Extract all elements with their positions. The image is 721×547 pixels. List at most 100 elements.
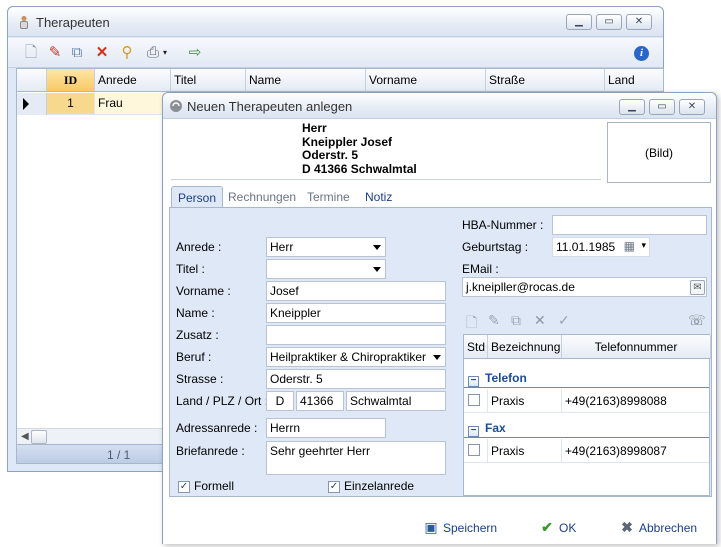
neuer-therapeut-dialog: Neuen Therapeuten anlegen ▁ ▭ ✕ Herr Kne… [162, 92, 717, 544]
list-item[interactable]: Praxis +49(2163)8998088 [464, 389, 711, 413]
beruf-label: Beruf : [176, 350, 212, 364]
col-header-id[interactable]: ID [47, 69, 95, 92]
row-indicator[interactable] [17, 93, 47, 115]
phone-table: Std Bezeichnung Telefonnummer − Telefon P… [463, 334, 711, 496]
geburtstag-field[interactable]: 11.01.1985 ▦ ▾ [552, 237, 650, 257]
copy-icon[interactable]: ⧉ [511, 312, 521, 329]
land-field[interactable]: D [266, 391, 294, 411]
bezeichnung-cell: Praxis [488, 439, 562, 463]
adressanrede-label: Adressanrede : [176, 421, 258, 435]
maximize-icon: ▭ [604, 16, 614, 27]
email-field[interactable]: j.kneipller@rocas.de [462, 277, 707, 297]
calendar-icon[interactable]: ▦ [624, 239, 635, 253]
group-fax[interactable]: − Fax [468, 421, 506, 437]
vorname-field[interactable]: Josef [266, 281, 446, 301]
titel-select[interactable] [266, 259, 386, 279]
close-icon: ✕ [687, 101, 697, 112]
zusatz-field[interactable] [266, 325, 446, 345]
checkmark-icon: ✔ [541, 519, 553, 535]
delete-icon[interactable]: ✕ [534, 312, 546, 329]
phone-icon[interactable]: ☏ [688, 312, 706, 329]
name-label: Name : [176, 306, 215, 320]
strasse-label: Strasse : [176, 372, 224, 386]
maximize-button[interactable]: ▭ [596, 14, 622, 30]
geburtstag-value: 11.01.1985 [556, 240, 616, 254]
checkmark-icon[interactable]: ✓ [558, 312, 570, 329]
email-label: EMail : [462, 262, 499, 276]
collapse-icon[interactable]: − [468, 376, 479, 387]
table-row-anrede[interactable]: Frau [95, 93, 171, 115]
hba-label: HBA-Nummer : [462, 218, 544, 232]
tab-notiz[interactable]: Notiz [359, 186, 398, 208]
col-header-strasse[interactable]: Straße [486, 69, 605, 92]
picture-box[interactable]: (Bild) [607, 122, 711, 183]
col-header-land[interactable]: Land [605, 69, 663, 92]
col-header-vorname[interactable]: Vorname [366, 69, 486, 92]
anrede-value: Herr [270, 240, 294, 254]
col-header-anrede[interactable]: Anrede [95, 69, 171, 92]
save-icon: ▣ [424, 519, 438, 535]
table-row-id[interactable]: 1 [47, 93, 95, 115]
minimize-icon: ▁ [575, 16, 583, 27]
adressanrede-field[interactable]: Herrn [266, 418, 386, 438]
info-icon[interactable]: i [634, 46, 649, 61]
std-checkbox[interactable] [468, 444, 480, 456]
group-telefon[interactable]: − Telefon [468, 371, 527, 387]
minimize-button[interactable]: ▁ [566, 14, 592, 30]
dialog-close-button[interactable]: ✕ [679, 99, 705, 115]
ok-button[interactable]: ✔ OK [539, 519, 576, 539]
beruf-value: Heilpraktiker & Chiropraktiker [270, 350, 427, 364]
main-titlebar: Therapeuten ▁ ▭ ✕ [8, 7, 663, 37]
hba-field[interactable] [552, 215, 707, 235]
chevron-down-icon[interactable]: ▾ [641, 240, 646, 251]
new-icon[interactable]: 🗋 [466, 312, 477, 336]
beruf-select[interactable]: Heilpraktiker & Chiropraktiker [266, 347, 446, 367]
list-item[interactable]: Praxis +49(2163)8998087 [464, 439, 711, 463]
dialog-titlebar: Neuen Therapeuten anlegen ▁ ▭ ✕ [163, 93, 716, 119]
col-header-titel[interactable]: Titel [171, 69, 246, 92]
strasse-field[interactable]: Oderstr. 5 [266, 369, 446, 389]
name-field[interactable]: Kneippler [266, 303, 446, 323]
nummer-cell: +49(2163)8998088 [562, 389, 711, 413]
dialog-minimize-button[interactable]: ▁ [619, 99, 645, 115]
geburtstag-label: Geburtstag : [462, 240, 529, 254]
scroll-left-icon[interactable]: ◀ [21, 431, 29, 442]
formell-checkbox[interactable]: ✓ [178, 481, 190, 493]
edit-icon[interactable]: ✎ [488, 312, 500, 329]
print-dropdown-icon[interactable]: ▾ [160, 44, 170, 62]
cancel-button[interactable]: ✖ Abbrechen [619, 519, 697, 539]
col-header-bezeichnung[interactable]: Bezeichnung [488, 335, 562, 359]
new-icon[interactable]: 🗋 [22, 44, 40, 62]
col-header-name[interactable]: Name [246, 69, 366, 92]
cancel-label: Abbrechen [639, 521, 698, 535]
col-header-std[interactable]: Std [464, 335, 488, 359]
collapse-icon[interactable]: − [468, 426, 479, 437]
ort-field[interactable]: Schwalmtal [346, 391, 446, 411]
einzelanrede-checkbox[interactable]: ✓ [328, 481, 340, 493]
delete-icon[interactable]: ✕ [93, 44, 111, 62]
copy-icon[interactable]: ⧉ [68, 44, 86, 62]
save-button[interactable]: ▣ Speichern [423, 519, 497, 539]
save-label: Speichern [443, 521, 498, 535]
dialog-maximize-button[interactable]: ▭ [649, 99, 675, 115]
tab-termine[interactable]: Termine [301, 186, 356, 208]
std-checkbox[interactable] [468, 394, 480, 406]
titel-label: Titel : [176, 262, 205, 276]
briefanrede-field[interactable]: Sehr geehrter Herr [266, 441, 446, 475]
close-button[interactable]: ✕ [626, 14, 652, 30]
cancel-icon: ✖ [621, 519, 633, 535]
bezeichnung-cell: Praxis [488, 389, 562, 413]
therapist-icon [20, 16, 28, 29]
group-label: Fax [485, 421, 506, 435]
export-icon[interactable]: ⇨ [186, 44, 204, 62]
plz-field[interactable]: 41366 [296, 391, 344, 411]
tab-person[interactable]: Person [171, 186, 224, 208]
tab-rechnungen[interactable]: Rechnungen [222, 186, 302, 208]
email-send-icon[interactable]: ✉ [690, 280, 705, 295]
edit-icon[interactable]: ✎ [46, 44, 64, 62]
col-header-telefonnummer[interactable]: Telefonnummer [562, 335, 711, 359]
scrollbar-thumb[interactable] [31, 430, 47, 444]
chevron-down-icon [373, 245, 381, 250]
anrede-select[interactable]: Herr [266, 237, 386, 257]
search-icon[interactable]: ⚲ [118, 44, 136, 62]
